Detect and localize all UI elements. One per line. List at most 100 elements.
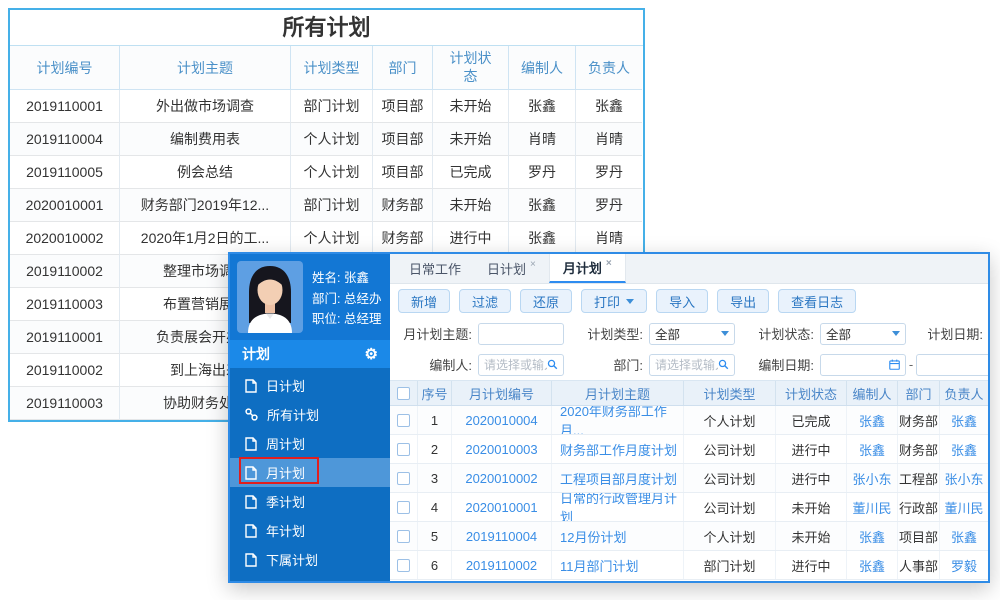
add-button[interactable]: 新增 — [398, 289, 451, 313]
status-filter-label: 计划状态: — [758, 327, 814, 342]
cell-subject-link[interactable]: 12月份计划 — [552, 522, 684, 550]
file-icon — [245, 378, 257, 393]
close-icon[interactable]: × — [530, 259, 536, 270]
row-checkbox[interactable] — [397, 529, 410, 543]
monthly-table-header: 序号 月计划编号 月计划主题 计划类型 计划状态 编制人 部门 负责人 — [390, 380, 988, 406]
cell-owner-link[interactable]: 张小东 — [940, 464, 988, 492]
gear-icon[interactable]: ⚙ — [365, 347, 378, 362]
sidebar-item-weekly-plan[interactable]: 周计划 — [230, 429, 390, 458]
tab-daily-plan[interactable]: 日计划 × — [474, 254, 549, 283]
sidebar-item-quarterly-plan[interactable]: 季计划 — [230, 487, 390, 516]
cell-plan-id-link[interactable]: 2020010001 — [452, 493, 552, 521]
sidebar-item-label: 月计划 — [266, 466, 306, 481]
type-filter-select[interactable]: 全部 — [649, 322, 735, 345]
search-icon[interactable] — [547, 358, 558, 371]
import-button[interactable]: 导入 — [656, 289, 709, 313]
cell-dept: 工程部 — [898, 464, 940, 492]
cell-plan-id-link[interactable]: 2020010002 — [452, 464, 552, 492]
cell-status: 已完成 — [433, 156, 509, 189]
sidebar-item-subordinate-plan[interactable]: 下属计划 — [230, 545, 390, 574]
date-range-separator: - — [908, 357, 914, 372]
cell-dept: 财务部 — [898, 406, 940, 434]
subject-input-field[interactable] — [484, 326, 558, 341]
header-cell: 负责人 — [944, 386, 984, 402]
tab-label: 日常工作 — [409, 262, 462, 277]
cell-subject-link[interactable]: 11月部门计划 — [552, 551, 684, 579]
create-date-end-field[interactable] — [922, 357, 988, 372]
file-icon — [245, 552, 257, 567]
cell-owner-link[interactable]: 董川民 — [940, 493, 988, 521]
cell-index: 4 — [418, 493, 452, 521]
cell-status: 未开始 — [433, 123, 509, 156]
create-date-end-input[interactable] — [916, 353, 988, 376]
cell-creator-link[interactable]: 张鑫 — [847, 522, 898, 550]
calendar-icon[interactable] — [889, 358, 900, 371]
cell-creator-link[interactable]: 张鑫 — [847, 406, 898, 434]
reset-button[interactable]: 还原 — [520, 289, 573, 313]
cell-subject: 财务部门2019年12... — [120, 189, 291, 222]
file-icon — [245, 465, 257, 480]
row-checkbox[interactable] — [397, 413, 410, 427]
cell-owner-link[interactable]: 张鑫 — [940, 406, 988, 434]
table-row: 5 2019110004 12月份计划 个人计划 未开始 张鑫 项目部 张鑫 — [390, 522, 988, 551]
cell-plan-id-link[interactable]: 2019110002 — [452, 551, 552, 579]
button-label: 导出 — [730, 294, 757, 310]
cell-subject-link[interactable]: 工程项目部月度计划 — [552, 464, 684, 492]
cell-plan-id-link[interactable]: 2020010003 — [452, 435, 552, 463]
close-icon[interactable]: × — [606, 258, 612, 269]
cell-owner-link[interactable]: 张鑫 — [940, 522, 988, 550]
button-label: 导入 — [669, 294, 696, 310]
filter-button[interactable]: 过滤 — [459, 289, 512, 313]
row-checkbox[interactable] — [397, 558, 410, 572]
cell-owner-link[interactable]: 罗毅 — [940, 551, 988, 579]
cell-subject-link[interactable]: 日常的行政管理月计划 — [552, 493, 684, 521]
checkbox-cell — [390, 522, 418, 550]
cell-plan-id-link[interactable]: 2020010004 — [452, 406, 552, 434]
cell-creator-link[interactable]: 张鑫 — [847, 551, 898, 579]
cell-creator-link[interactable]: 张小东 — [847, 464, 898, 492]
sidebar-item-all-plans[interactable]: 所有计划 — [230, 400, 390, 429]
cell-subject-link[interactable]: 财务部工作月度计划 — [552, 435, 684, 463]
header-cell: 编制人 — [847, 381, 898, 405]
creator-filter-input[interactable] — [478, 353, 564, 376]
cell-status: 已完成 — [776, 406, 847, 434]
cell-type: 个人计划 — [291, 156, 373, 189]
row-checkbox[interactable] — [397, 500, 410, 514]
row-checkbox[interactable] — [397, 442, 410, 456]
search-icon[interactable] — [718, 358, 729, 371]
table-row: 1 2020010004 2020年财务部工作月... 个人计划 已完成 张鑫 … — [390, 406, 988, 435]
cell-type: 个人计划 — [291, 123, 373, 156]
cell-index: 1 — [418, 406, 452, 434]
cell-dept: 项目部 — [898, 522, 940, 550]
cell-creator: 张鑫 — [509, 90, 576, 123]
export-button[interactable]: 导出 — [717, 289, 770, 313]
cell-plan-id: 2019110003 — [10, 387, 120, 420]
status-filter-select[interactable]: 全部 — [820, 322, 906, 345]
create-date-start-field[interactable] — [826, 357, 889, 372]
cell-owner-link[interactable]: 张鑫 — [940, 435, 988, 463]
select-value: 全部 — [655, 328, 681, 342]
dept-filter-label: 部门: — [613, 358, 643, 373]
cell-subject-link[interactable]: 2020年财务部工作月... — [552, 406, 684, 434]
creator-input-field[interactable] — [484, 357, 547, 372]
sidebar-item-label: 下属计划 — [266, 553, 319, 568]
view-log-button[interactable]: 查看日志 — [778, 289, 857, 313]
create-date-start-input[interactable] — [820, 353, 906, 376]
select-all-checkbox[interactable] — [397, 386, 410, 400]
subject-filter-input[interactable] — [478, 322, 564, 345]
sidebar-item-daily-plan[interactable]: 日计划 — [230, 371, 390, 400]
sidebar-item-monthly-plan[interactable]: 月计划 — [230, 458, 390, 487]
row-checkbox[interactable] — [397, 471, 410, 485]
cell-dept: 财务部 — [373, 222, 433, 255]
sidebar-nav: 日计划 所有计划 周计划 月计划 季计划 年计划 下属计划 — [230, 368, 390, 581]
tab-daily-work[interactable]: 日常工作 — [396, 254, 474, 283]
cell-creator-link[interactable]: 董川民 — [847, 493, 898, 521]
tab-monthly-plan[interactable]: 月计划 × — [548, 254, 626, 283]
cell-plan-id-link[interactable]: 2019110004 — [452, 522, 552, 550]
print-button[interactable]: 打印 — [581, 289, 648, 313]
dept-input-field[interactable] — [655, 357, 718, 372]
cell-creator-link[interactable]: 张鑫 — [847, 435, 898, 463]
sidebar-item-yearly-plan[interactable]: 年计划 — [230, 516, 390, 545]
cell-index: 2 — [418, 435, 452, 463]
dept-filter-input[interactable] — [649, 353, 735, 376]
